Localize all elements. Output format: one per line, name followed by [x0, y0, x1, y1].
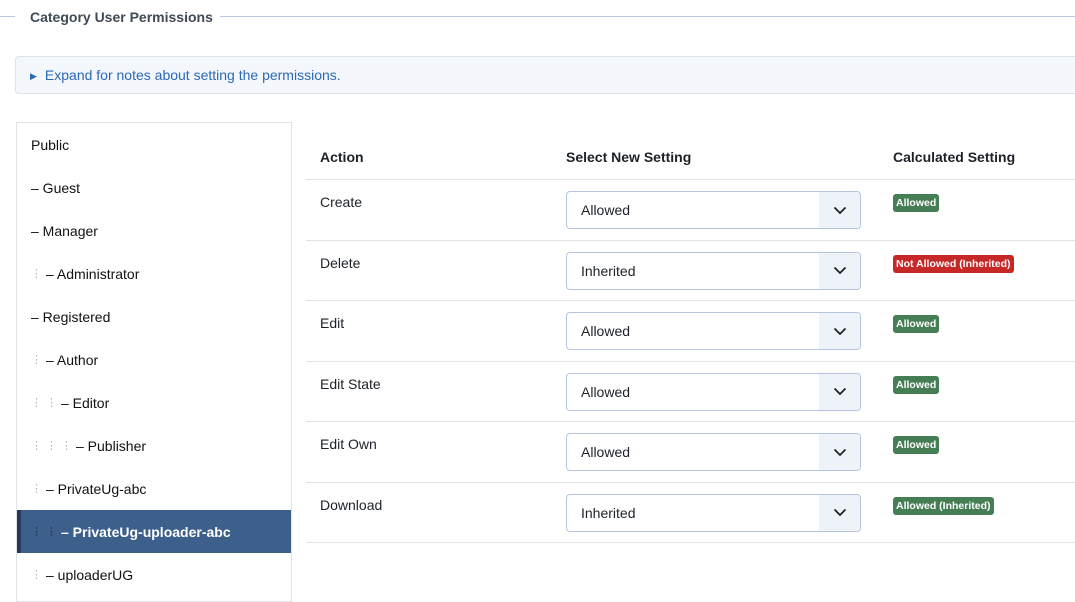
group-item[interactable]: ⋮ ⋮ ⋮ – Publisher — [17, 424, 291, 467]
setting-select[interactable]: Allowed — [566, 372, 861, 411]
table-row: Edit State Allowed Allowed — [306, 362, 1075, 422]
indent-dots-icon: ⋮ — [31, 354, 42, 366]
setting-select[interactable]: Inherited — [566, 251, 861, 290]
select-value: Inherited — [581, 262, 636, 279]
table-row: Edit Allowed Allowed — [306, 301, 1075, 362]
group-label: – Administrator — [46, 265, 140, 282]
select-value: Allowed — [581, 323, 631, 339]
group-label: – Guest — [31, 179, 81, 196]
calculated-badge: Allowed — [893, 315, 940, 333]
group-label: – Author — [46, 351, 99, 368]
action-label: Download — [320, 496, 383, 513]
chevron-down-icon — [819, 494, 860, 531]
group-label: Public — [31, 136, 70, 153]
chevron-down-icon — [819, 192, 860, 228]
legend-line-right — [220, 16, 1075, 17]
group-label: – Registered — [31, 308, 111, 325]
group-label: – PrivateUg-abc — [46, 480, 147, 497]
table-row: Create Allowed Allowed — [306, 180, 1075, 241]
calculated-badge: Allowed — [893, 375, 940, 394]
select-value: Allowed — [581, 383, 631, 400]
table-row: Delete Inherited Not Allowed (Inherited) — [306, 241, 1075, 301]
group-label: – Editor — [61, 394, 110, 411]
group-item[interactable]: Public — [17, 123, 291, 166]
indent-dots-icon: ⋮ — [31, 483, 42, 495]
indent-dots-icon: ⋮ — [46, 440, 57, 452]
action-label: Delete — [320, 254, 361, 271]
indent-dots-icon: ⋮ — [46, 397, 57, 409]
group-item[interactable]: ⋮ ⋮ – PrivateUg-uploader-abc — [17, 510, 291, 553]
setting-select[interactable]: Allowed — [566, 312, 861, 350]
notes-label: Expand for notes about setting the permi… — [44, 67, 341, 83]
group-label: – Manager — [31, 222, 98, 239]
calculated-badge: Allowed (Inherited) — [893, 496, 994, 515]
chevron-down-icon — [819, 373, 860, 410]
expand-triangle-icon: ▶ — [30, 71, 37, 81]
indent-dots-icon: ⋮ — [46, 526, 57, 538]
group-item[interactable]: – Registered — [17, 295, 291, 338]
table-row: Edit Own Allowed Allowed — [306, 422, 1075, 483]
header-action: Action — [320, 149, 364, 165]
group-label: – uploaderUG — [46, 566, 134, 583]
setting-select[interactable]: Allowed — [566, 433, 861, 471]
permissions-table: Action Select New Setting Calculated Set… — [306, 135, 1075, 543]
calculated-badge: Allowed — [893, 436, 940, 454]
group-item[interactable]: ⋮ – Administrator — [17, 252, 291, 295]
permissions-notes-toggle[interactable]: ▶ Expand for notes about setting the perm… — [15, 56, 1075, 94]
table-header: Action Select New Setting Calculated Set… — [306, 135, 1075, 180]
group-item[interactable]: ⋮ – uploaderUG — [17, 553, 291, 596]
table-row: Download Inherited Allowed (Inherited) — [306, 483, 1075, 543]
indent-dots-icon: ⋮ — [31, 440, 42, 452]
select-value: Allowed — [581, 202, 631, 218]
header-select-setting: Select New Setting — [566, 149, 692, 165]
group-label: – PrivateUg-uploader-abc — [61, 523, 231, 540]
chevron-down-icon — [819, 252, 860, 289]
indent-dots-icon: ⋮ — [31, 526, 42, 538]
group-item[interactable]: – Manager — [17, 209, 291, 252]
header-calculated: Calculated Setting — [893, 149, 1016, 165]
indent-dots-icon: ⋮ — [31, 397, 42, 409]
fieldset-legend: Category User Permissions — [30, 9, 213, 25]
group-item[interactable]: ⋮ – Author — [17, 338, 291, 381]
group-label: – Publisher — [76, 437, 147, 454]
action-label: Edit State — [320, 375, 381, 392]
group-item[interactable]: – Guest — [17, 166, 291, 209]
chevron-down-icon — [819, 434, 860, 470]
indent-dots-icon: ⋮ — [31, 569, 42, 581]
action-label: Edit Own — [320, 436, 377, 452]
indent-dots-icon: ⋮ — [31, 268, 42, 280]
action-label: Edit — [320, 315, 345, 331]
setting-select[interactable]: Inherited — [566, 493, 861, 532]
group-item[interactable]: ⋮ – PrivateUg-abc — [17, 467, 291, 510]
setting-select[interactable]: Allowed — [566, 191, 861, 229]
select-value: Allowed — [581, 444, 631, 460]
calculated-badge: Not Allowed (Inherited) — [893, 254, 1014, 273]
legend-line-left — [0, 16, 15, 17]
select-value: Inherited — [581, 504, 636, 521]
group-item[interactable]: ⋮ ⋮ – Editor — [17, 381, 291, 424]
indent-dots-icon: ⋮ — [61, 440, 72, 452]
user-group-list: Public – Guest – Manager ⋮ – Administrator – … — [16, 122, 292, 602]
calculated-badge: Allowed — [893, 194, 940, 212]
chevron-down-icon — [819, 313, 860, 349]
action-label: Create — [320, 194, 363, 210]
